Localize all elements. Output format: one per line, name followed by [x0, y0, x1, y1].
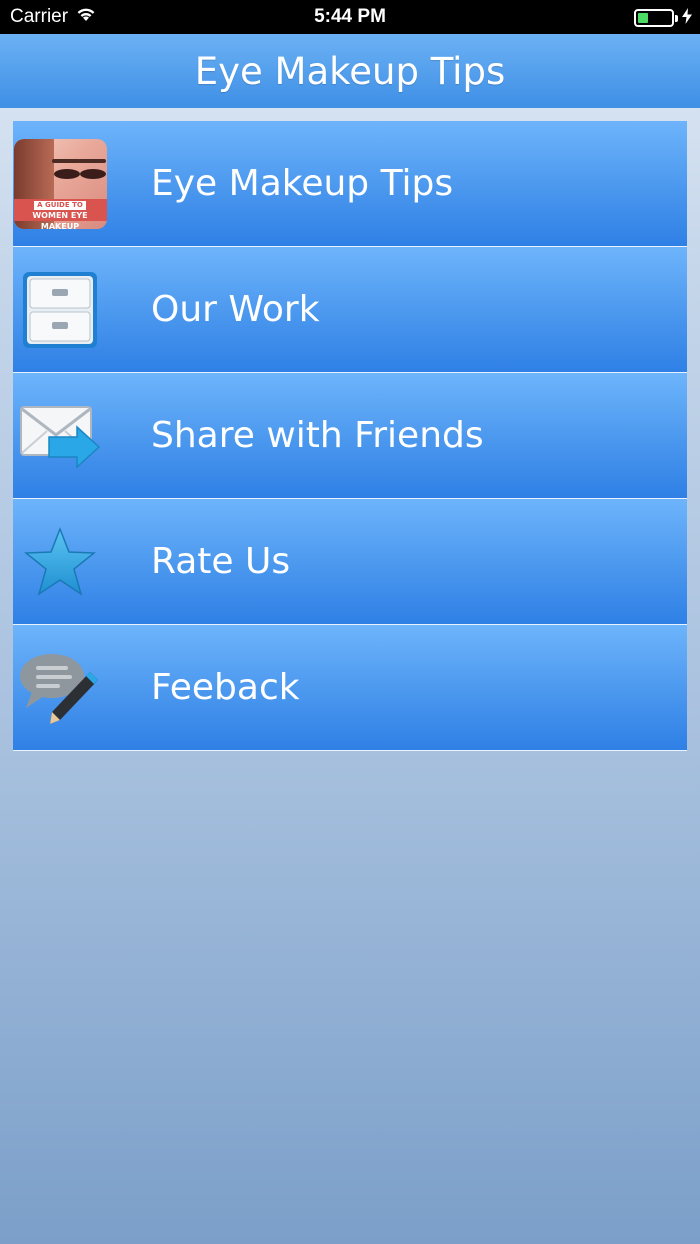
menu-item-label: Share with Friends [151, 415, 484, 456]
navigation-bar: Eye Makeup Tips [0, 34, 700, 108]
menu-item-rate-us[interactable]: Rate Us [13, 499, 687, 625]
mail-share-icon [13, 390, 107, 482]
charging-bolt-icon [682, 8, 692, 28]
menu-item-label: Rate Us [151, 541, 291, 582]
app-thumbnail-icon: A GUIDE TO WOMEN EYE MAKEUP [13, 138, 107, 230]
menu-item-label: Our Work [151, 289, 320, 330]
menu-item-our-work[interactable]: Our Work [13, 247, 687, 373]
thumbnail-eye [79, 169, 106, 179]
menu-item-eye-makeup-tips[interactable]: A GUIDE TO WOMEN EYE MAKEUP Eye Makeup T… [13, 121, 687, 247]
thumbnail-brow [51, 159, 80, 163]
thumbnail-banner-top: A GUIDE TO [34, 201, 86, 210]
thumbnail-image: A GUIDE TO WOMEN EYE MAKEUP [13, 139, 107, 229]
status-bar: Carrier 5:44 PM [0, 0, 700, 34]
menu-item-feedback[interactable]: Feeback [13, 625, 687, 751]
battery-tip [675, 14, 678, 22]
menu-item-share-with-friends[interactable]: Share with Friends [13, 373, 687, 499]
thumbnail-eye [53, 169, 80, 179]
thumbnail-banner-bottom: WOMEN EYE MAKEUP [32, 211, 88, 229]
battery-level-fill [638, 13, 648, 23]
star-icon [13, 516, 107, 608]
menu-item-label: Feeback [151, 667, 300, 708]
page-title: Eye Makeup Tips [194, 49, 506, 93]
menu-list: A GUIDE TO WOMEN EYE MAKEUP Eye Makeup T… [13, 121, 687, 751]
menu-item-label: Eye Makeup Tips [151, 163, 454, 204]
thumbnail-banner: A GUIDE TO WOMEN EYE MAKEUP [13, 199, 107, 229]
battery-icon [634, 9, 674, 27]
thumbnail-brow [77, 159, 106, 163]
status-time: 5:44 PM [314, 6, 386, 27]
feedback-chat-pencil-icon [13, 642, 107, 734]
status-right [634, 8, 692, 28]
drawer-cabinet-icon [13, 264, 107, 356]
